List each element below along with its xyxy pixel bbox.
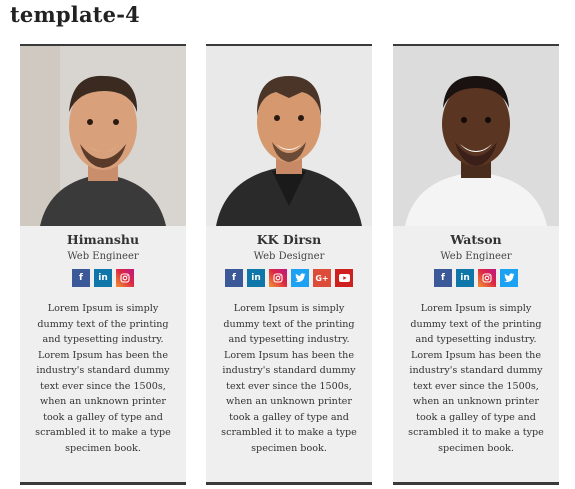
google-plus-icon[interactable]: G+ — [313, 269, 331, 287]
member-role: Web Designer — [253, 251, 325, 262]
social-links: f in G+ — [206, 269, 372, 287]
team-card-watson: Watson Web Engineer f in Lorem Ipsum is … — [393, 44, 559, 485]
linkedin-icon[interactable]: in — [456, 269, 474, 287]
twitter-icon[interactable] — [500, 269, 518, 287]
member-photo — [20, 46, 186, 226]
member-photo — [206, 46, 372, 226]
facebook-icon[interactable]: f — [434, 269, 452, 287]
instagram-icon[interactable] — [269, 269, 287, 287]
team-card-kk-dirsn: KK Dirsn Web Designer f in G+ Lorem Ipsu… — [206, 44, 372, 485]
twitter-icon[interactable] — [291, 269, 309, 287]
page-title: template-4 — [10, 2, 140, 27]
member-role: Web Engineer — [67, 251, 139, 262]
facebook-icon[interactable]: f — [225, 269, 243, 287]
member-name: KK Dirsn — [256, 232, 322, 247]
member-role: Web Engineer — [440, 251, 512, 262]
instagram-icon[interactable] — [116, 269, 134, 287]
facebook-icon[interactable]: f — [72, 269, 90, 287]
social-links: f in — [20, 269, 186, 287]
linkedin-icon[interactable]: in — [247, 269, 265, 287]
member-description: Lorem Ipsum is simply dummy text of the … — [408, 303, 544, 454]
youtube-icon[interactable] — [335, 269, 353, 287]
member-name: Himanshu — [66, 232, 140, 247]
member-description: Lorem Ipsum is simply dummy text of the … — [221, 303, 357, 454]
team-card-himanshu: Himanshu Web Engineer f in Lorem Ipsum i… — [20, 44, 186, 485]
member-name: Watson — [450, 232, 502, 247]
instagram-icon[interactable] — [478, 269, 496, 287]
social-links: f in — [393, 269, 559, 287]
linkedin-icon[interactable]: in — [94, 269, 112, 287]
member-description: Lorem Ipsum is simply dummy text of the … — [35, 303, 171, 454]
member-photo — [393, 46, 559, 226]
